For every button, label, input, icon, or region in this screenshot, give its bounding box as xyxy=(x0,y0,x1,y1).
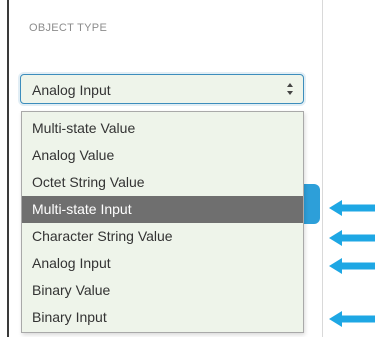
option-octet-string-value[interactable]: Octet String Value xyxy=(22,169,303,196)
option-binary-value[interactable]: Binary Value xyxy=(22,277,303,304)
left-arrow-icon xyxy=(329,258,375,274)
screenshot-canvas: OBJECT TYPE Analog Input Multi-state Val… xyxy=(0,0,376,337)
select-value: Analog Input xyxy=(32,82,111,98)
object-type-select[interactable]: Analog Input xyxy=(20,74,304,104)
updown-chevron-icon xyxy=(286,81,294,97)
option-binary-input[interactable]: Binary Input xyxy=(22,304,303,331)
left-arrow-icon xyxy=(329,200,375,216)
left-arrow-icon xyxy=(329,230,375,246)
option-analog-value[interactable]: Analog Value xyxy=(22,142,303,169)
option-multi-state-value[interactable]: Multi-state Value xyxy=(22,115,303,142)
option-multi-state-input[interactable]: Multi-state Input xyxy=(22,196,303,223)
object-type-label: OBJECT TYPE xyxy=(29,22,108,34)
left-arrow-icon xyxy=(329,311,375,327)
option-analog-input[interactable]: Analog Input xyxy=(22,250,303,277)
option-character-string-value[interactable]: Character String Value xyxy=(22,223,303,250)
object-type-dropdown-list: Multi-state Value Analog Value Octet Str… xyxy=(21,111,304,333)
